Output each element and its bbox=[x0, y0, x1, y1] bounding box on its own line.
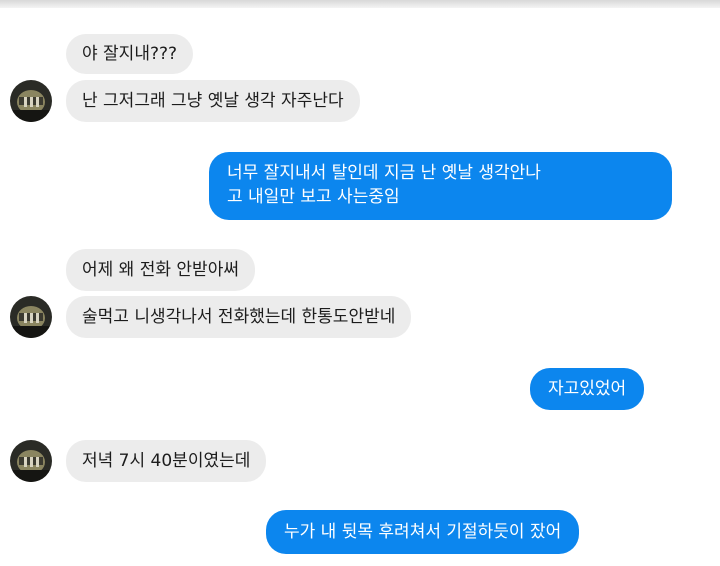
message-incoming[interactable]: 저녁 7시 40분이였는데 bbox=[66, 440, 267, 482]
message-incoming[interactable]: 어제 왜 전화 안받아써 bbox=[66, 249, 255, 291]
message-incoming[interactable]: 난 그저그래 그냥 옛날 생각 자주난다 bbox=[66, 80, 360, 122]
contact-avatar-icon[interactable] bbox=[10, 80, 52, 122]
contact-avatar-icon[interactable] bbox=[10, 296, 52, 338]
top-edge bbox=[0, 0, 720, 8]
contact-avatar-icon[interactable] bbox=[10, 440, 52, 482]
message-outgoing[interactable]: 너무 잘지내서 탈인데 지금 난 옛날 생각안나 고 내일만 보고 사는중임 bbox=[209, 152, 672, 220]
message-incoming[interactable]: 술먹고 니생각나서 전화했는데 한통도안받네 bbox=[66, 296, 412, 338]
message-outgoing[interactable]: 누가 내 뒷목 후려쳐서 기절하듯이 잤어 bbox=[266, 510, 580, 554]
message-outgoing[interactable]: 자고있었어 bbox=[530, 368, 645, 410]
message-incoming[interactable]: 야 잘지내??? bbox=[66, 34, 194, 74]
